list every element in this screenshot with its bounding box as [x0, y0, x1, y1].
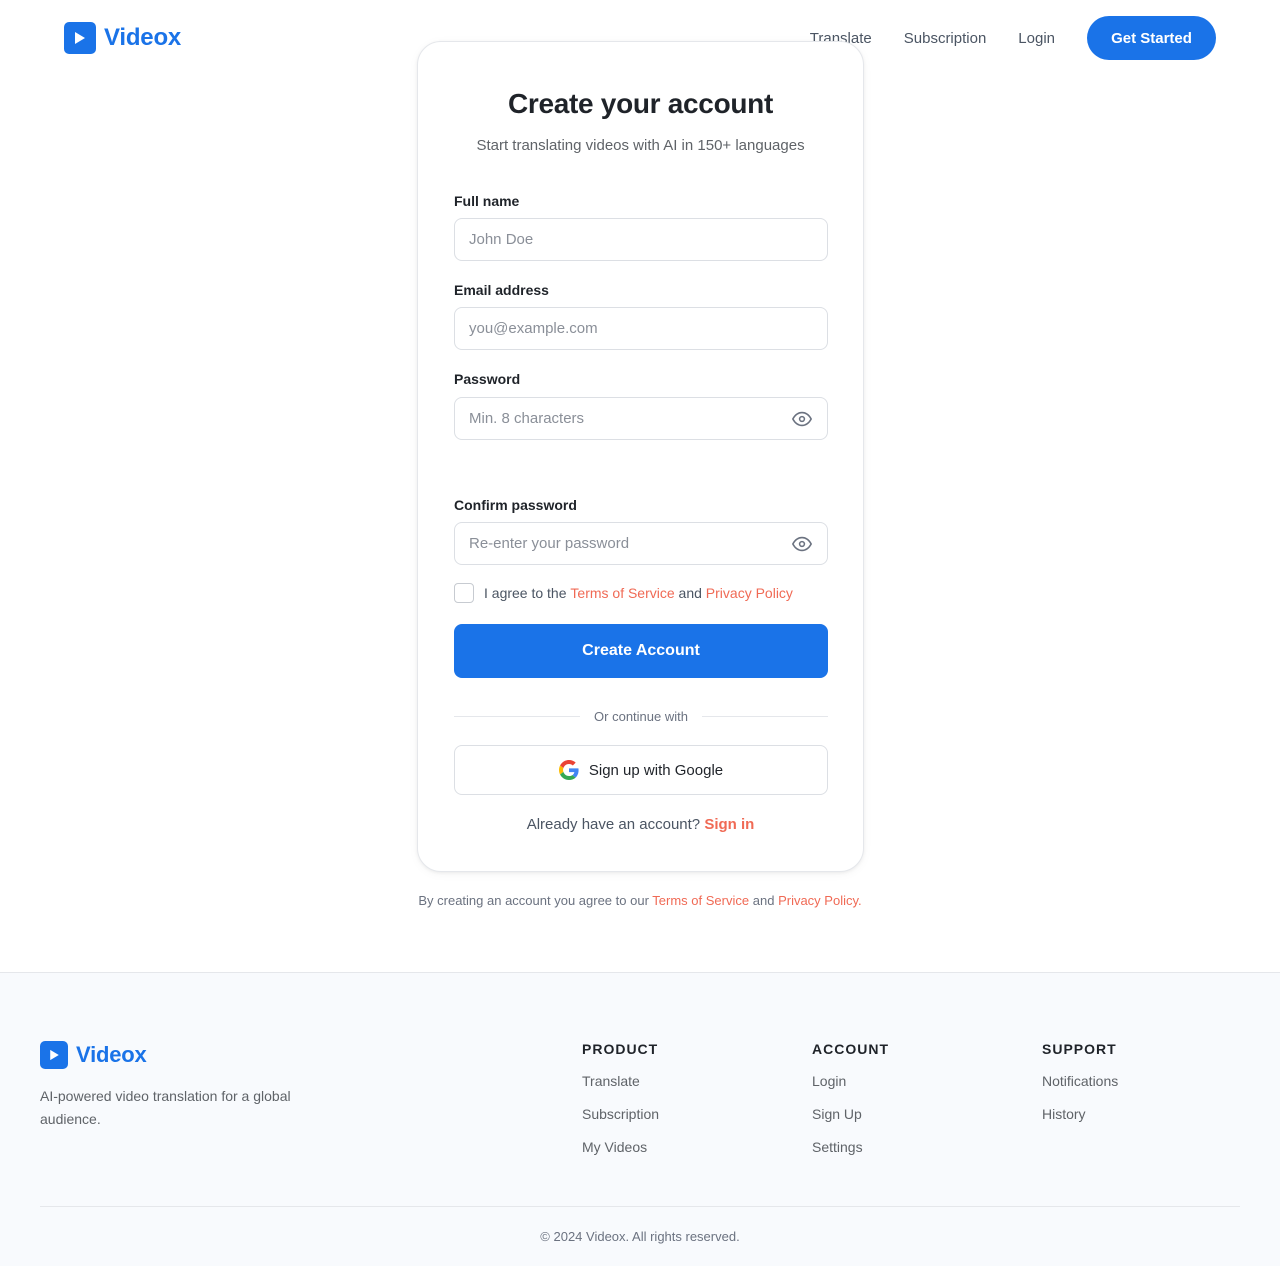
play-icon [40, 1041, 68, 1069]
footer-column-account: ACCOUNT Login Sign Up Settings [812, 1041, 889, 1171]
footer-link-my-videos[interactable]: My Videos [582, 1138, 659, 1156]
footer-link-settings[interactable]: Settings [812, 1138, 889, 1156]
signin-prompt: Already have an account? Sign in [418, 816, 863, 833]
footer-link-history[interactable]: History [1042, 1105, 1118, 1123]
footer-column-product: PRODUCT Translate Subscription My Videos [582, 1041, 659, 1171]
legal-suffix: . [858, 893, 862, 908]
signin-link[interactable]: Sign in [704, 816, 754, 833]
eye-icon[interactable] [791, 533, 813, 555]
footer-heading-product: PRODUCT [582, 1041, 659, 1057]
email-label: Email address [454, 282, 549, 298]
privacy-link[interactable]: Privacy Policy [706, 585, 793, 601]
terms-checkbox[interactable] [454, 583, 474, 603]
terms-link[interactable]: Terms of Service [570, 585, 674, 601]
footer-divider [40, 1206, 1240, 1207]
get-started-button[interactable]: Get Started [1087, 16, 1216, 60]
copyright-text: © 2024 Videox. All rights reserved. [540, 1229, 740, 1244]
footer-heading-account: ACCOUNT [812, 1041, 889, 1057]
confirm-password-field [454, 522, 828, 565]
full-name-label: Full name [454, 193, 520, 209]
nav-subscription[interactable]: Subscription [904, 30, 987, 47]
agree-prefix: I agree to the [484, 585, 567, 601]
footer-link-sign-up[interactable]: Sign Up [812, 1105, 889, 1123]
play-icon [64, 22, 96, 54]
footer-link-notifications[interactable]: Notifications [1042, 1072, 1118, 1090]
eye-icon[interactable] [791, 408, 813, 430]
footer-logo[interactable]: Videox [40, 1041, 147, 1069]
footer-link-login[interactable]: Login [812, 1072, 889, 1090]
full-name-field [454, 218, 828, 261]
confirm-password-input[interactable] [469, 535, 813, 552]
create-account-button[interactable]: Create Account [454, 624, 828, 678]
footer-link-translate[interactable]: Translate [582, 1072, 659, 1090]
google-signup-button[interactable]: Sign up with Google [454, 745, 828, 795]
google-icon [558, 760, 579, 780]
header-logo[interactable]: Videox [64, 22, 181, 54]
legal-privacy-link[interactable]: Privacy Policy [778, 893, 858, 908]
page-subtitle: Start translating videos with AI in 150+… [476, 137, 805, 154]
footer-heading-support: SUPPORT [1042, 1041, 1117, 1057]
full-name-input[interactable] [469, 231, 813, 248]
terms-agreement: I agree to the Terms of Service and Priv… [454, 583, 793, 603]
already-text: Already have an account? [526, 816, 701, 833]
email-input[interactable] [469, 320, 813, 337]
brand-name: Videox [104, 24, 182, 51]
or-divider: Or continue with [454, 708, 828, 724]
email-field [454, 307, 828, 350]
footer-link-subscription[interactable]: Subscription [582, 1105, 659, 1123]
footer-column-support: SUPPORT Notifications History [1042, 1041, 1118, 1138]
legal-and: and [752, 893, 775, 908]
legal-notice: By creating an account you agree to our … [0, 893, 1280, 908]
divider-text: Or continue with [594, 708, 688, 724]
legal-terms-link[interactable]: Terms of Service [652, 893, 749, 908]
google-button-label: Sign up with Google [588, 761, 724, 779]
signup-card: Create your account Start translating vi… [417, 41, 864, 872]
top-nav: Translate Subscription Login Get Started [810, 16, 1216, 60]
nav-login[interactable]: Login [1018, 30, 1055, 47]
confirm-password-label: Confirm password [454, 497, 577, 513]
page-title: Create your account [507, 88, 774, 119]
password-input[interactable] [469, 410, 813, 427]
password-field [454, 397, 828, 440]
footer-description: AI-powered video translation for a globa… [40, 1088, 291, 1127]
site-footer: Videox AI-powered video translation for … [0, 972, 1280, 1266]
footer-brand-name: Videox [76, 1042, 147, 1067]
password-label: Password [454, 371, 521, 387]
agree-and: and [678, 585, 702, 601]
legal-prefix: By creating an account you agree to our [418, 893, 649, 908]
